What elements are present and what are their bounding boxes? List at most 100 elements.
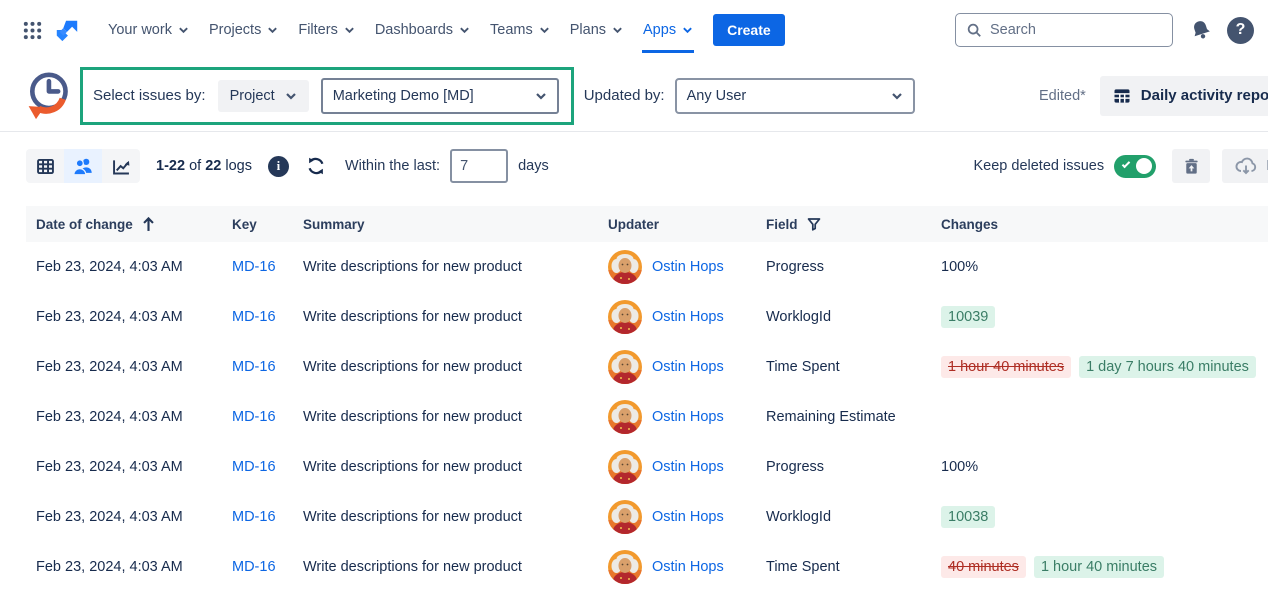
chevron-down-icon xyxy=(267,26,278,34)
issue-key-link[interactable]: MD-16 xyxy=(232,259,303,275)
date-of-change-cell: Feb 23, 2024, 4:03 AM xyxy=(36,259,232,275)
avatar xyxy=(608,300,642,334)
date-of-change-cell: Feb 23, 2024, 4:03 AM xyxy=(36,309,232,325)
header-date-of-change[interactable]: Date of change xyxy=(36,216,232,232)
changes-cell: 100% xyxy=(941,259,1268,275)
summary-cell: Write descriptions for new product xyxy=(303,459,608,475)
logs-toolbar: 1-22 of 22 logs i Within the last: days … xyxy=(0,140,1268,192)
summary-cell: Write descriptions for new product xyxy=(303,259,608,275)
avatar xyxy=(608,400,642,434)
keep-deleted-toggle[interactable] xyxy=(1114,155,1156,178)
chevron-down-icon xyxy=(891,92,903,100)
updater-cell: Ostin Hops xyxy=(608,500,766,534)
issue-key-link[interactable]: MD-16 xyxy=(232,509,303,525)
nav-item-teams[interactable]: Teams xyxy=(480,14,560,46)
field-cell: WorklogId xyxy=(766,509,941,525)
issue-key-link[interactable]: MD-16 xyxy=(232,359,303,375)
chevron-down-icon xyxy=(344,26,355,34)
nav-item-label: Filters xyxy=(298,22,337,38)
app-switcher-button[interactable] xyxy=(16,14,48,46)
table-header-row: Date of change Key Summary Updater Field… xyxy=(26,206,1268,242)
report-filter-bar: Select issues by: Project Marketing Demo… xyxy=(0,60,1268,132)
chevron-down-icon xyxy=(459,26,470,34)
people-icon xyxy=(72,155,94,177)
chart-view-button[interactable] xyxy=(102,149,140,183)
avatar xyxy=(608,550,642,584)
search-input[interactable] xyxy=(990,22,1162,38)
issue-key-link[interactable]: MD-16 xyxy=(232,559,303,575)
people-view-button[interactable] xyxy=(64,149,102,183)
header-updater: Updater xyxy=(608,217,766,232)
help-icon[interactable]: ? xyxy=(1227,17,1254,44)
nav-item-label: Projects xyxy=(209,22,261,38)
issue-key-link[interactable]: MD-16 xyxy=(232,309,303,325)
nav-item-label: Teams xyxy=(490,22,533,38)
field-cell: WorklogId xyxy=(766,309,941,325)
nav-item-apps[interactable]: Apps xyxy=(633,14,703,46)
edited-status-label: Edited* xyxy=(1039,88,1086,104)
old-value-chip: 1 hour 40 minutes xyxy=(941,356,1071,378)
changes-cell: 1 hour 40 minutes 1 day 7 hours 40 minute… xyxy=(941,356,1268,378)
nav-item-your-work[interactable]: Your work xyxy=(98,14,199,46)
create-button[interactable]: Create xyxy=(713,14,785,46)
notifications-icon[interactable] xyxy=(1189,18,1213,42)
updater-link[interactable]: Ostin Hops xyxy=(652,409,724,425)
sort-ascending-icon[interactable] xyxy=(141,216,156,232)
chevron-down-icon xyxy=(539,26,550,34)
nav-item-plans[interactable]: Plans xyxy=(560,14,633,46)
app-grid-icon xyxy=(22,20,43,41)
table-row: Feb 23, 2024, 4:03 AMMD-16Write descript… xyxy=(26,342,1268,392)
activity-timeline-logo-icon xyxy=(24,69,72,123)
jira-logo-icon[interactable] xyxy=(54,17,80,43)
updater-link[interactable]: Ostin Hops xyxy=(652,309,724,325)
date-of-change-cell: Feb 23, 2024, 4:03 AM xyxy=(36,409,232,425)
report-selector-button[interactable]: Daily activity report xyxy=(1100,76,1268,116)
updater-link[interactable]: Ostin Hops xyxy=(652,559,724,575)
updater-link[interactable]: Ostin Hops xyxy=(652,509,724,525)
nav-item-label: Apps xyxy=(643,22,676,38)
avatar xyxy=(608,250,642,284)
selected-project-value: Marketing Demo [MD] xyxy=(333,88,474,104)
chevron-down-icon xyxy=(178,26,189,34)
nav-item-dashboards[interactable]: Dashboards xyxy=(365,14,480,46)
field-cell: Remaining Estimate xyxy=(766,409,941,425)
refresh-icon[interactable] xyxy=(305,155,327,177)
table-row: Feb 23, 2024, 4:03 AMMD-16Write descript… xyxy=(26,292,1268,342)
changes-cell: 10038 xyxy=(941,506,1268,528)
project-select[interactable]: Marketing Demo [MD] xyxy=(321,78,559,114)
issue-key-link[interactable]: MD-16 xyxy=(232,459,303,475)
updater-link[interactable]: Ostin Hops xyxy=(652,259,724,275)
top-navigation: Your work Projects Filters Dashboards Te… xyxy=(0,0,1268,60)
nav-item-filters[interactable]: Filters xyxy=(288,14,364,46)
avatar xyxy=(608,500,642,534)
info-icon[interactable]: i xyxy=(268,156,289,177)
issue-source-mode-select[interactable]: Project xyxy=(218,80,309,112)
avatar xyxy=(608,450,642,484)
field-cell: Time Spent xyxy=(766,359,941,375)
changes-cell: 10039 xyxy=(941,306,1268,328)
chevron-down-icon xyxy=(682,26,693,34)
updated-by-select[interactable]: Any User xyxy=(675,78,915,114)
issue-key-link[interactable]: MD-16 xyxy=(232,409,303,425)
updater-link[interactable]: Ostin Hops xyxy=(652,359,724,375)
export-button[interactable]: Export xyxy=(1222,149,1268,183)
search-box[interactable] xyxy=(955,13,1173,47)
delete-logs-button[interactable] xyxy=(1172,149,1210,183)
chevron-down-icon xyxy=(612,26,623,34)
logs-count: 1-22 of 22 logs xyxy=(156,158,252,174)
new-value-chip: 10039 xyxy=(941,306,995,328)
selected-user-value: Any User xyxy=(687,88,747,104)
date-of-change-cell: Feb 23, 2024, 4:03 AM xyxy=(36,559,232,575)
table-view-button[interactable] xyxy=(26,149,64,183)
days-input[interactable] xyxy=(450,149,508,183)
table-icon xyxy=(1112,86,1132,106)
days-label: days xyxy=(518,158,549,174)
updater-cell: Ostin Hops xyxy=(608,300,766,334)
field-cell: Progress xyxy=(766,459,941,475)
filter-funnel-icon[interactable] xyxy=(806,216,822,232)
nav-item-projects[interactable]: Projects xyxy=(199,14,288,46)
updater-link[interactable]: Ostin Hops xyxy=(652,459,724,475)
grid-view-icon xyxy=(35,156,56,177)
header-changes: Changes xyxy=(941,217,1268,232)
new-value-chip: 1 day 7 hours 40 minutes xyxy=(1079,356,1256,378)
